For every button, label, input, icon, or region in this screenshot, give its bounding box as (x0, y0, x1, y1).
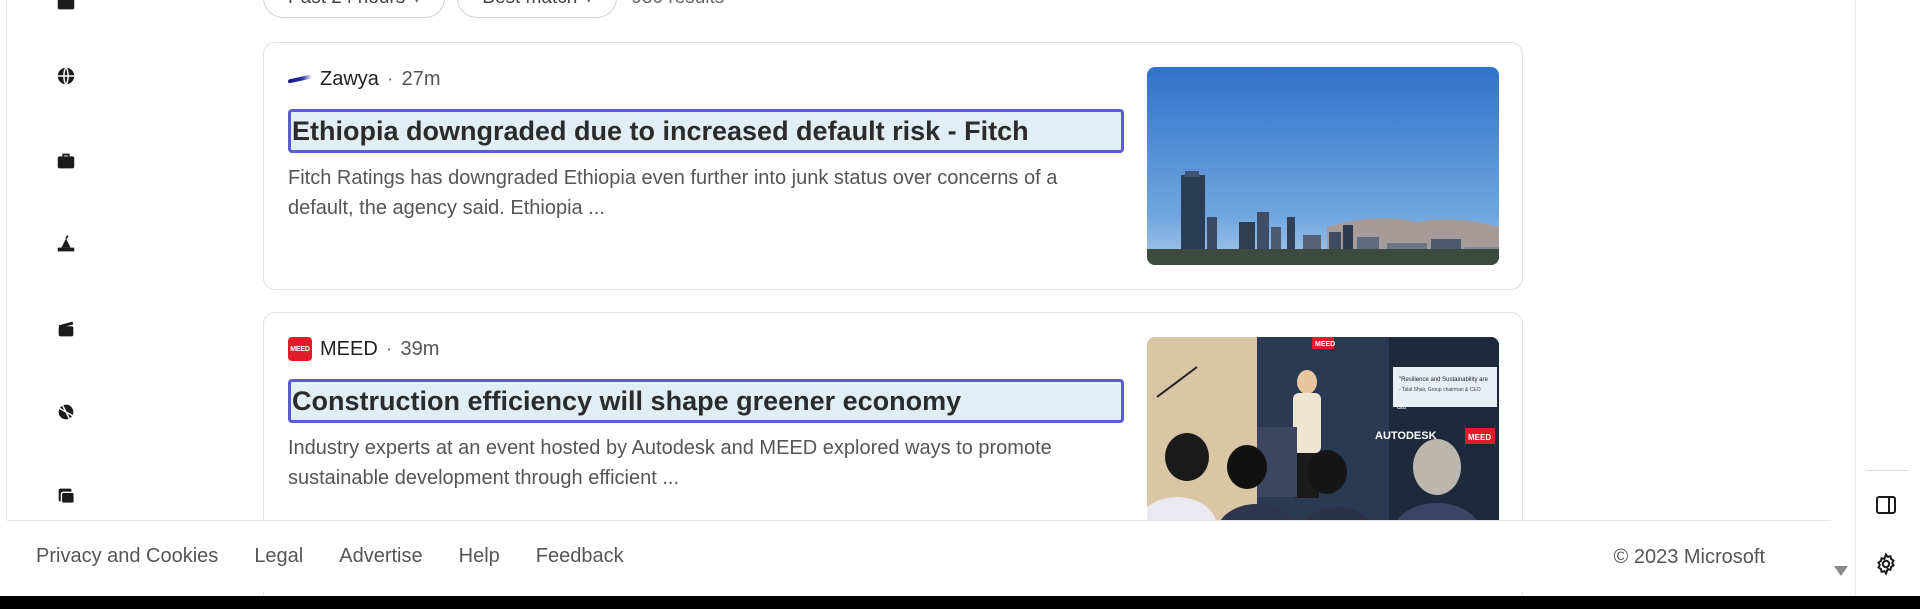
article-snippet: Fitch Ratings has downgraded Ethiopia ev… (288, 167, 1058, 219)
search-filters: Past 24 hours ▾ Best match ▾ 980 results (263, 0, 724, 18)
chevron-down-icon: ▾ (413, 0, 420, 7)
image-meed-badge-right: MEED (1468, 433, 1491, 442)
news-icon (57, 0, 75, 10)
zawya-logo (288, 67, 312, 91)
sidebar-item-sports[interactable] (50, 396, 82, 428)
source-separator: · (385, 337, 393, 360)
image-meed-badge: MEED (1315, 341, 1335, 348)
meed-logo: MEED (288, 337, 312, 361)
footer-link-advertise[interactable]: Advertise (339, 545, 422, 568)
sidebar-item-lifestyle[interactable] (50, 480, 82, 512)
sidebar-toggle-button[interactable] (1870, 489, 1902, 521)
meed-logo-badge: MEED (288, 337, 312, 361)
gear-icon (1877, 552, 1895, 576)
sidebar-item-world[interactable] (50, 60, 82, 92)
sidebar-item-business[interactable] (50, 145, 82, 177)
source-separator: · (386, 67, 394, 90)
chevron-down-icon: ▾ (585, 0, 592, 7)
sidebar-item-top[interactable] (50, 0, 82, 18)
article-snippet: Industry experts at an event hosted by A… (288, 437, 1052, 489)
screen-quote-line2: - Talal Shair, Group chairman & CEO (1399, 387, 1481, 393)
left-edge-divider (6, 0, 7, 520)
city-skyline-image (1147, 67, 1499, 265)
scroll-down-arrow[interactable] (1834, 566, 1848, 576)
footer-link-legal[interactable]: Legal (254, 545, 303, 568)
article-source-row: MEED MEED · 39m (288, 337, 439, 361)
time-filter-dropdown[interactable]: Past 24 hours ▾ (263, 0, 446, 18)
article-headline-link[interactable]: Ethiopia downgraded due to increased def… (288, 109, 1124, 153)
copyright: © 2023 Microsoft (1613, 545, 1765, 568)
time-filter-label: Past 24 hours (288, 0, 405, 9)
page-footer: Privacy and Cookies Legal Advertise Help… (7, 520, 1831, 592)
footer-link-help[interactable]: Help (459, 545, 500, 568)
sort-label: Best match (482, 0, 577, 9)
article-thumbnail[interactable]: "Resilience and Sustainability are - Tal… (1147, 337, 1499, 535)
clapperboard-icon (58, 321, 74, 337)
settings-button[interactable] (1870, 548, 1902, 580)
conference-image: "Resilience and Sustainability are - Tal… (1147, 337, 1499, 535)
sidebar-item-entertainment[interactable] (50, 313, 82, 345)
article-time: 39m (400, 337, 440, 360)
sort-dropdown[interactable]: Best match ▾ (457, 0, 618, 18)
news-page: Past 24 hours ▾ Best match ▾ 980 results… (0, 0, 1920, 596)
sports-ball-icon (58, 404, 74, 420)
article-source[interactable]: MEED (320, 338, 378, 361)
article-headline: Construction efficiency will shape green… (292, 385, 962, 416)
footer-link-privacy[interactable]: Privacy and Cookies (36, 545, 218, 568)
book-icon (58, 488, 75, 505)
article-time: 27m (401, 67, 441, 90)
side-panel-icon (1876, 496, 1896, 514)
results-count: 980 results (631, 0, 724, 9)
footer-link-feedback[interactable]: Feedback (536, 545, 624, 568)
screen-small-label: dar (1397, 404, 1408, 411)
microscope-icon (57, 235, 75, 252)
news-card[interactable]: Zawya · 27m Ethiopia downgraded due to i… (263, 42, 1523, 290)
rail-divider (1866, 470, 1908, 471)
screen-quote-line1: "Resilience and Sustainability are (1399, 377, 1489, 383)
sidebar-item-science[interactable] (50, 228, 82, 260)
article-headline-link[interactable]: Construction efficiency will shape green… (288, 379, 1124, 423)
article-source-row: Zawya · 27m (288, 67, 440, 91)
globe-icon (57, 67, 75, 85)
briefcase-icon (57, 153, 75, 169)
article-source[interactable]: Zawya (320, 68, 379, 91)
article-headline: Ethiopia downgraded due to increased def… (292, 115, 1029, 146)
article-thumbnail[interactable] (1147, 67, 1499, 265)
autodesk-brand: AUTODESK (1375, 430, 1437, 442)
